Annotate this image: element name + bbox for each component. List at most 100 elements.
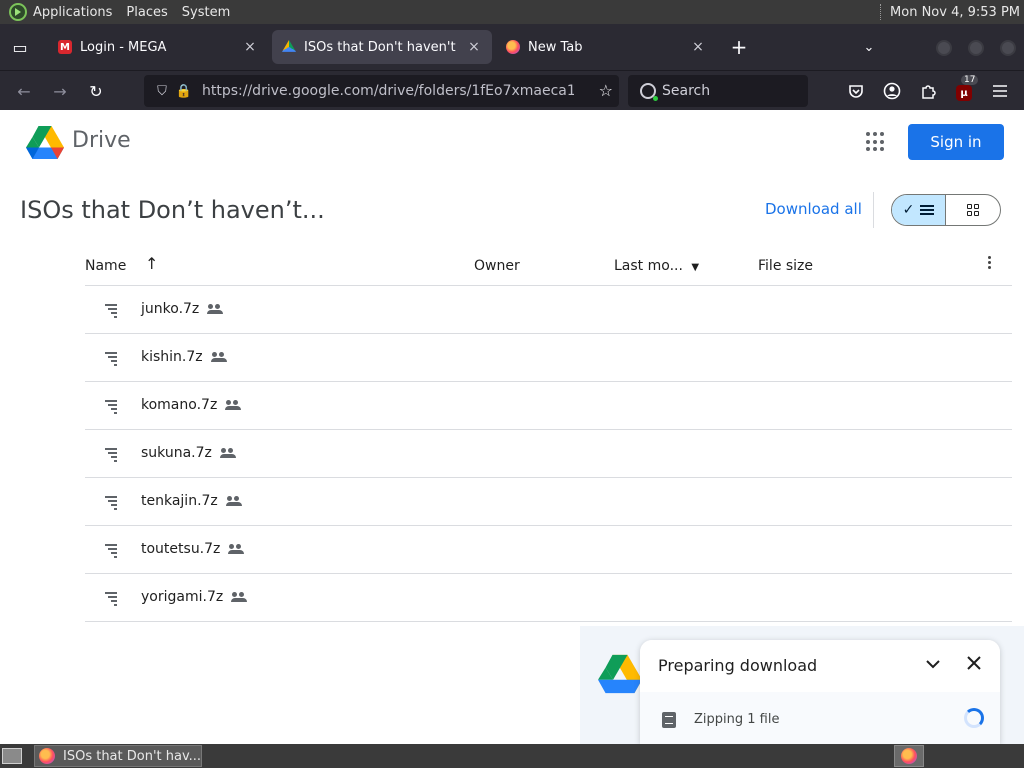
url-bar[interactable]: ⛉ 🔒 https://drive.google.com/drive/folde… [144, 75, 619, 107]
search-bar[interactable]: Search [628, 75, 808, 107]
table-row[interactable]: kishin.7z [85, 334, 1012, 382]
table-row[interactable]: toutetsu.7z [85, 526, 1012, 574]
file-name[interactable]: yorigami.7z [141, 589, 248, 605]
toast-title: Preparing download [658, 656, 818, 675]
file-name[interactable]: junko.7z [141, 301, 224, 317]
tab-close-icon[interactable]: × [690, 39, 706, 55]
firefox-icon [39, 748, 55, 764]
browser-tab-strip: ▭ M Login - MEGA × ISOs that Don't haven… [0, 24, 1024, 70]
close-icon[interactable] [966, 652, 982, 676]
loading-spinner-icon [964, 708, 984, 728]
archive-file-icon [105, 448, 117, 462]
tab-title: New Tab [528, 39, 583, 55]
applications-menu[interactable]: Applications [33, 5, 112, 20]
lock-icon[interactable]: 🔒 [174, 84, 194, 99]
toast-header: Preparing download [640, 640, 1000, 692]
column-header-name[interactable]: Name [85, 258, 126, 274]
file-name-text: toutetsu.7z [141, 541, 221, 557]
reload-button[interactable]: ↻ [84, 79, 108, 103]
google-drive-logo-icon[interactable] [26, 126, 64, 159]
column-header-last-modified[interactable]: Last mo... ▼ [614, 258, 699, 274]
tab-mega[interactable]: M Login - MEGA × [48, 30, 268, 64]
workspace-switcher[interactable] [894, 745, 924, 767]
list-view-button[interactable]: ✓ [892, 195, 947, 225]
tab-title: ISOs that Don't haven't been [304, 39, 460, 55]
forward-arrow-icon: → [53, 81, 67, 101]
document-icon [662, 712, 676, 728]
shared-people-icon [228, 544, 245, 554]
more-options-icon[interactable] [988, 256, 992, 269]
column-header-file-size[interactable]: File size [758, 258, 813, 274]
table-row[interactable]: yorigami.7z [85, 574, 1012, 622]
hamburger-menu-icon[interactable] [988, 79, 1012, 103]
drive-app-name[interactable]: Drive [72, 128, 131, 153]
table-header: Name ↑ Owner Last mo... ▼ File size [85, 248, 1012, 286]
show-desktop-icon[interactable] [2, 748, 22, 764]
forward-button[interactable]: → [48, 79, 72, 103]
shared-people-icon [225, 496, 242, 506]
shared-people-icon [210, 352, 227, 362]
file-name[interactable]: toutetsu.7z [141, 541, 245, 557]
back-button[interactable]: ← [12, 79, 36, 103]
minimize-button[interactable] [936, 40, 952, 56]
chevron-down-icon: ⌄ [863, 39, 875, 55]
file-name[interactable]: sukuna.7z [141, 445, 236, 461]
file-name-text: kishin.7z [141, 349, 203, 365]
tracking-protection-shield-icon[interactable]: ⛉ [152, 84, 172, 99]
sort-ascending-arrow-icon[interactable]: ↑ [145, 254, 158, 273]
ublock-count-badge: 17 [961, 75, 979, 85]
clock[interactable]: Mon Nov 4, 9:53 PM [890, 5, 1020, 20]
sign-in-button[interactable]: Sign in [908, 124, 1004, 160]
ublock-origin-button[interactable]: μ 17 [952, 75, 979, 103]
file-name[interactable]: kishin.7z [141, 349, 227, 365]
pocket-icon[interactable] [844, 79, 868, 103]
view-toggle: ✓ [891, 194, 1001, 226]
taskbar-window-button[interactable]: ISOs that Don't hav... [34, 745, 202, 767]
list-all-tabs-button[interactable]: ⌄ [858, 36, 880, 58]
shared-people-icon [231, 592, 248, 602]
search-engine-icon[interactable] [640, 83, 658, 101]
file-name[interactable]: tenkajin.7z [141, 493, 242, 509]
tab-close-icon[interactable]: × [242, 39, 258, 55]
firefox-icon [901, 748, 917, 764]
places-menu[interactable]: Places [126, 5, 167, 20]
drive-page: Drive Sign in ISOs that Don’t haven’t...… [0, 110, 1024, 744]
new-tab-button[interactable]: + [728, 35, 750, 59]
grid-view-icon [967, 204, 979, 216]
close-window-button[interactable] [1000, 40, 1016, 56]
google-apps-icon[interactable] [866, 132, 886, 152]
firefox-view-button[interactable]: ▭ [0, 24, 40, 70]
tab-new-tab[interactable]: New Tab × [496, 30, 716, 64]
toast-status: Zipping 1 file [694, 712, 780, 727]
ublock-origin-icon: μ [956, 85, 972, 101]
column-header-owner[interactable]: Owner [474, 258, 520, 274]
archive-file-icon [105, 304, 117, 318]
account-icon[interactable] [880, 79, 904, 103]
url-text[interactable]: https://drive.google.com/drive/folders/1… [202, 83, 574, 99]
taskbar-window-title: ISOs that Don't hav... [63, 748, 202, 764]
tab-close-icon[interactable]: × [466, 39, 482, 55]
shared-people-icon [225, 400, 242, 410]
bookmark-star-icon[interactable]: ☆ [599, 81, 613, 100]
tab-drive[interactable]: ISOs that Don't haven't been × [272, 30, 492, 64]
table-row[interactable]: sukuna.7z [85, 430, 1012, 478]
file-name[interactable]: komano.7z [141, 397, 242, 413]
file-name-text: junko.7z [141, 301, 200, 317]
panel-separator [880, 4, 882, 20]
archive-file-icon [105, 592, 117, 606]
toolbar-divider [873, 192, 874, 228]
download-all-button[interactable]: Download all [765, 200, 862, 218]
extensions-puzzle-icon[interactable] [916, 79, 940, 103]
table-row[interactable]: tenkajin.7z [85, 478, 1012, 526]
file-name-text: sukuna.7z [141, 445, 212, 461]
collapse-chevron-icon[interactable] [926, 654, 940, 673]
system-menu[interactable]: System [182, 5, 230, 20]
firefox-icon [506, 40, 520, 54]
maximize-button[interactable] [968, 40, 984, 56]
table-row[interactable]: junko.7z [85, 286, 1012, 334]
archive-file-icon [105, 544, 117, 558]
grid-view-button[interactable] [946, 195, 1000, 225]
mate-menu-icon[interactable] [9, 3, 27, 21]
search-input[interactable]: Search [662, 83, 710, 99]
table-row[interactable]: komano.7z [85, 382, 1012, 430]
